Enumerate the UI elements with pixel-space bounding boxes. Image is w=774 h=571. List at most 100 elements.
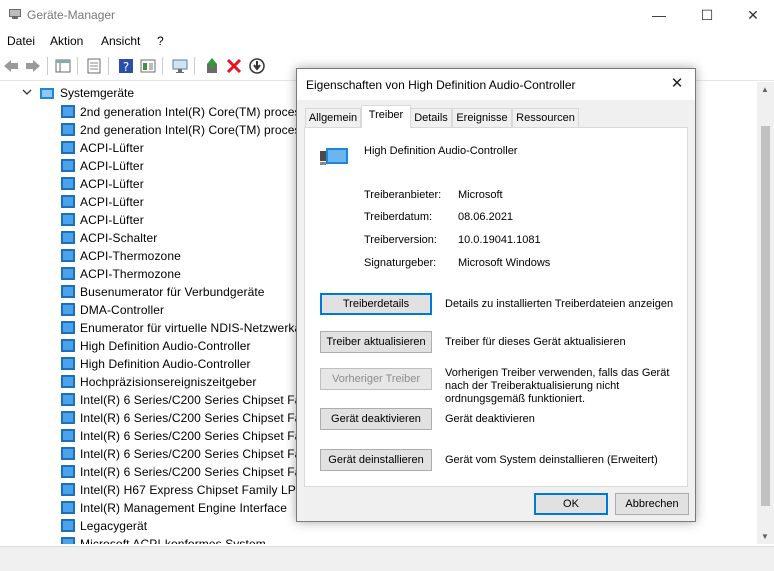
audio-device-icon [320, 148, 348, 165]
system-folder-icon [40, 88, 54, 99]
scroll-down-icon[interactable]: ▼ [761, 532, 769, 541]
system-device-icon [61, 501, 75, 514]
tree-item-label: ACPI-Lüfter [80, 177, 144, 191]
tab-ereignisse[interactable]: Ereignisse [452, 108, 512, 127]
tab-ressourcen[interactable]: Ressourcen [512, 108, 579, 127]
tab-treiber[interactable]: Treiber [361, 105, 411, 128]
menu-bar: Datei Aktion Ansicht ? [0, 30, 774, 52]
system-device-icon [61, 447, 75, 460]
driver-tab-panel: High Definition Audio-Controller Treiber… [304, 127, 688, 487]
driver-details-button[interactable]: Treiberdetails [320, 293, 432, 315]
back-arrow-icon[interactable] [2, 57, 20, 75]
toolbar-separator [194, 57, 195, 75]
vertical-scrollbar[interactable]: ▲ ▼ [757, 82, 774, 544]
tree-item[interactable]: Legacygerät [0, 517, 300, 535]
update-driver-button[interactable]: Treiber aktualisieren [320, 331, 432, 353]
tree-item-label: Microsoft ACPI-konformes System [80, 537, 266, 544]
scroll-up-icon[interactable]: ▲ [761, 85, 769, 94]
maximize-button[interactable]: ☐ [684, 0, 730, 30]
system-device-icon [61, 375, 75, 388]
dialog-title: Eigenschaften von High Definition Audio-… [306, 78, 576, 92]
monitor-scan-icon[interactable] [171, 57, 189, 75]
tree-item[interactable]: High Definition Audio-Controller [0, 337, 300, 355]
tree-item[interactable]: ACPI-Lüfter [0, 175, 300, 193]
system-device-icon [61, 177, 75, 190]
scrollbar-thumb[interactable] [761, 126, 770, 506]
tree-item-label: Intel(R) 6 Series/C200 Series Chipset Fa… [80, 393, 300, 407]
tree-item-label: DMA-Controller [80, 303, 165, 317]
svg-text:?: ? [123, 60, 129, 74]
tree-item-label: Intel(R) 6 Series/C200 Series Chipset Fa… [80, 447, 300, 461]
tab-details[interactable]: Details [410, 108, 452, 127]
tab-allgemein[interactable]: Allgemein [305, 108, 361, 127]
dialog-close-button[interactable]: ✕ [663, 72, 691, 96]
system-device-icon [61, 465, 75, 478]
forward-arrow-icon[interactable] [24, 57, 42, 75]
roll-back-driver-button[interactable]: Vorheriger Treiber [320, 368, 432, 390]
tree-item[interactable]: Intel(R) 6 Series/C200 Series Chipset Fa… [0, 463, 300, 481]
tree-item[interactable]: Hochpräzisionsereigniszeitgeber [0, 373, 300, 391]
view-toggle-icon[interactable] [139, 57, 157, 75]
tree-item-label: ACPI-Lüfter [80, 159, 144, 173]
system-device-icon [61, 339, 75, 352]
tree-item-label: Intel(R) H67 Express Chipset Family LPC … [80, 483, 300, 497]
tree-item[interactable]: ACPI-Lüfter [0, 157, 300, 175]
menu-ansicht[interactable]: Ansicht [101, 34, 140, 48]
tree-item[interactable]: ACPI-Lüfter [0, 139, 300, 157]
menu-datei[interactable]: Datei [7, 34, 35, 48]
toolbar-separator [47, 57, 48, 75]
tree-root-label: Systemgeräte [60, 86, 135, 100]
system-device-icon [61, 231, 75, 244]
tree-item-label: ACPI-Thermozone [80, 267, 181, 281]
tree-item[interactable]: Intel(R) 6 Series/C200 Series Chipset Fa… [0, 391, 300, 409]
download-circle-icon[interactable] [248, 57, 266, 75]
close-button[interactable]: ✕ [730, 0, 774, 30]
update-driver-icon[interactable] [203, 57, 221, 75]
uninstall-device-desc: Gerät vom System deinstallieren (Erweite… [445, 454, 658, 466]
tree-item[interactable]: Intel(R) H67 Express Chipset Family LPC … [0, 481, 300, 499]
tree-item[interactable]: Intel(R) 6 Series/C200 Series Chipset Fa… [0, 445, 300, 463]
tree-item[interactable]: ACPI-Schalter [0, 229, 300, 247]
tree-item[interactable]: Busenumerator für Verbundgeräte [0, 283, 300, 301]
update-driver-desc: Treiber für dieses Gerät aktualisieren [445, 336, 626, 348]
tree-item[interactable]: ACPI-Thermozone [0, 265, 300, 283]
menu-aktion[interactable]: Aktion [50, 34, 83, 48]
title-bar: Geräte-Manager — ☐ ✕ [0, 0, 774, 30]
tree-item[interactable]: Microsoft ACPI-konformes System [0, 535, 300, 544]
properties-grid-icon[interactable] [54, 57, 72, 75]
help-icon[interactable]: ? [117, 57, 135, 75]
tree-item-label: 2nd generation Intel(R) Core(TM) process… [80, 105, 300, 119]
window-title: Geräte-Manager [27, 8, 116, 22]
tree-item[interactable]: High Definition Audio-Controller [0, 355, 300, 373]
menu-help[interactable]: ? [157, 34, 164, 48]
uninstall-icon[interactable] [225, 57, 243, 75]
tree-item[interactable]: Intel(R) Management Engine Interface [0, 499, 300, 517]
tree-item-label: Hochpräzisionsereigniszeitgeber [80, 375, 257, 389]
tree-item[interactable]: 2nd generation Intel(R) Core(TM) process… [0, 121, 300, 139]
document-icon[interactable] [85, 57, 103, 75]
ok-button[interactable]: OK [534, 493, 608, 515]
tree-item-label: Intel(R) 6 Series/C200 Series Chipset Fa… [80, 429, 300, 443]
system-device-icon [61, 213, 75, 226]
cancel-button[interactable]: Abbrechen [615, 493, 689, 515]
tree-item[interactable]: ACPI-Lüfter [0, 193, 300, 211]
system-device-icon [61, 483, 75, 496]
tree-item[interactable]: Intel(R) 6 Series/C200 Series Chipset Fa… [0, 427, 300, 445]
dialog-title-bar: Eigenschaften von High Definition Audio-… [297, 69, 695, 100]
tree-item[interactable]: DMA-Controller [0, 301, 300, 319]
tree-item[interactable]: 2nd generation Intel(R) Core(TM) process… [0, 103, 300, 121]
chevron-down-icon[interactable] [22, 87, 32, 97]
tree-item[interactable]: Intel(R) 6 Series/C200 Series Chipset Fa… [0, 409, 300, 427]
system-device-icon [61, 411, 75, 424]
system-device-icon [61, 303, 75, 316]
tree-item-label: Busenumerator für Verbundgeräte [80, 285, 265, 299]
tree-item[interactable]: Enumerator für virtuelle NDIS-Netzwerkad… [0, 319, 300, 337]
minimize-button[interactable]: — [636, 0, 682, 30]
driver-version-value: 10.0.19041.1081 [458, 234, 541, 246]
tree-item[interactable]: ACPI-Thermozone [0, 247, 300, 265]
disable-device-desc: Gerät deaktivieren [445, 413, 535, 425]
disable-device-button[interactable]: Gerät deaktivieren [320, 408, 432, 430]
uninstall-device-button[interactable]: Gerät deinstallieren [320, 449, 432, 471]
system-device-icon [61, 321, 75, 334]
tree-item[interactable]: ACPI-Lüfter [0, 211, 300, 229]
